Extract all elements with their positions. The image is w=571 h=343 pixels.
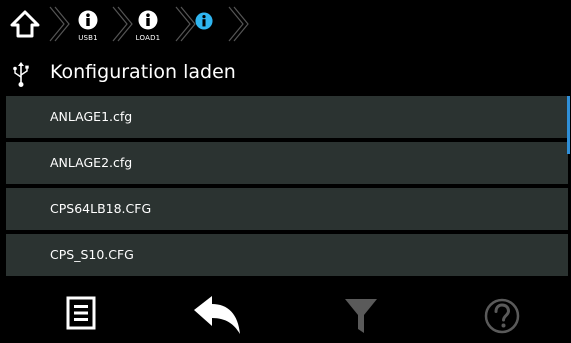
toolbar — [0, 278, 571, 343]
help-button[interactable] — [450, 278, 560, 343]
breadcrumb-label-usb1: USB1 — [78, 34, 98, 42]
list-item[interactable]: CPS_S10.CFG — [6, 234, 568, 276]
breadcrumb-label-load1: LOAD1 — [135, 34, 161, 42]
page-title: Konfiguration laden — [50, 61, 236, 83]
info-icon[interactable] — [138, 10, 158, 30]
back-arrow-icon — [194, 296, 240, 334]
list-button[interactable] — [24, 278, 134, 343]
list-icon — [66, 296, 96, 330]
list-item-label: CPS_S10.CFG — [50, 247, 134, 262]
list-item[interactable]: ANLAGE2.cfg — [6, 142, 568, 184]
filter-button[interactable] — [312, 278, 422, 343]
usb-icon — [13, 62, 29, 87]
info-icon-active[interactable] — [195, 12, 213, 30]
breadcrumb: USB1 LOAD1 — [0, 0, 571, 50]
info-icon[interactable] — [78, 10, 98, 30]
scrollbar[interactable] — [567, 96, 570, 154]
list-item-label: ANLAGE1.cfg — [50, 109, 133, 124]
header: Konfiguration laden — [0, 52, 571, 94]
list-item-label: ANLAGE2.cfg — [50, 155, 133, 170]
list-item-label: CPS64LB18.CFG — [50, 201, 152, 216]
screen: USB1 LOAD1 Konfiguration laden ANLAGE1.c… — [0, 0, 571, 343]
list-item[interactable]: ANLAGE1.cfg — [6, 96, 568, 138]
help-icon — [484, 298, 520, 334]
home-icon[interactable] — [9, 9, 41, 39]
list-item[interactable]: CPS64LB18.CFG — [6, 188, 568, 230]
file-list: ANLAGE1.cfg ANLAGE2.cfg CPS64LB18.CFG CP… — [6, 96, 568, 276]
back-button[interactable] — [160, 278, 270, 343]
filter-icon — [345, 299, 377, 333]
